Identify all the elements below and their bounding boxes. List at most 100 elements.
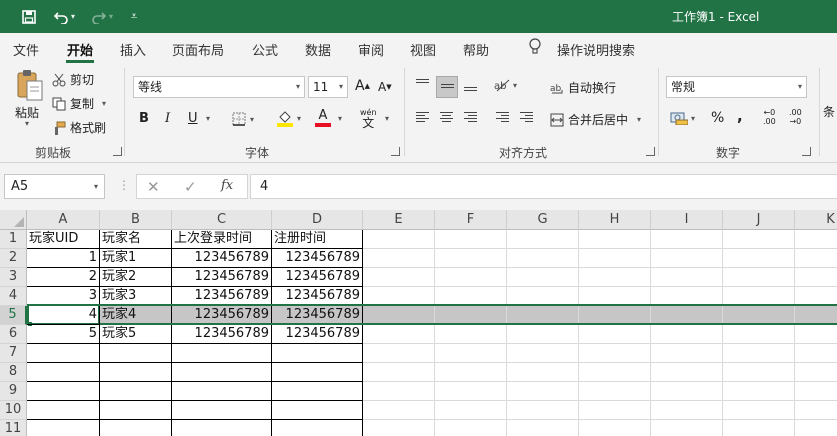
cell-i2[interactable] xyxy=(651,249,723,268)
cell-d8[interactable] xyxy=(272,363,363,382)
cell-a10[interactable] xyxy=(27,401,100,420)
phonetic-dropdown-icon[interactable]: ▾ xyxy=(385,114,389,123)
italic-button[interactable]: I xyxy=(165,111,170,126)
cell-g2[interactable] xyxy=(507,249,579,268)
bold-button[interactable]: B xyxy=(139,111,149,126)
cell-f10[interactable] xyxy=(435,401,507,420)
row-header-10[interactable]: 10 xyxy=(0,401,27,420)
cell-a1[interactable]: 玩家UID xyxy=(27,230,100,249)
tab-review[interactable]: 审阅 xyxy=(358,40,384,59)
insert-function-icon[interactable]: fx xyxy=(221,178,233,193)
borders-button[interactable]: ▾ xyxy=(232,112,254,126)
cell-d6[interactable]: 123456789 xyxy=(272,325,363,344)
cancel-icon[interactable]: ✕ xyxy=(147,178,160,196)
tab-home[interactable]: 开始 xyxy=(67,40,93,59)
cell-b6[interactable]: 玩家5 xyxy=(100,325,172,344)
cell-a6[interactable]: 5 xyxy=(27,325,100,344)
cell-i6[interactable] xyxy=(651,325,723,344)
align-center-button[interactable] xyxy=(436,107,458,129)
decrease-indent-button[interactable] xyxy=(492,107,514,129)
enter-icon[interactable]: ✓ xyxy=(184,178,197,196)
cell-j10[interactable] xyxy=(723,401,795,420)
cell-g7[interactable] xyxy=(507,344,579,363)
cell-g9[interactable] xyxy=(507,382,579,401)
increase-decimal-button[interactable]: ←0 .00 xyxy=(763,108,776,126)
cell-f2[interactable] xyxy=(435,249,507,268)
tell-me-search[interactable]: 操作说明搜索 xyxy=(557,40,635,59)
align-top-button[interactable] xyxy=(412,74,434,96)
cell-i7[interactable] xyxy=(651,344,723,363)
cell-i10[interactable] xyxy=(651,401,723,420)
grow-font-button[interactable]: A ▲ xyxy=(355,78,370,94)
cell-h10[interactable] xyxy=(579,401,651,420)
cell-k9[interactable] xyxy=(795,382,837,401)
percent-style-button[interactable]: % xyxy=(711,110,724,126)
cell-a7[interactable] xyxy=(27,344,100,363)
cell-b7[interactable] xyxy=(100,344,172,363)
cell-g10[interactable] xyxy=(507,401,579,420)
cell-a3[interactable]: 2 xyxy=(27,268,100,287)
align-left-button[interactable] xyxy=(412,107,434,129)
row-header-7[interactable]: 7 xyxy=(0,344,27,363)
cell-b10[interactable] xyxy=(100,401,172,420)
cell-e2[interactable] xyxy=(363,249,435,268)
cell-b11[interactable] xyxy=(100,420,172,436)
number-launcher-icon[interactable] xyxy=(802,147,811,156)
cell-k7[interactable] xyxy=(795,344,837,363)
cell-c1[interactable]: 上次登录时间 xyxy=(172,230,272,249)
cell-j2[interactable] xyxy=(723,249,795,268)
cell-h6[interactable] xyxy=(579,325,651,344)
spreadsheet-grid[interactable]: A B C D E F G H I J K 1 玩家UID 玩家名 上次登录时间 注册时间 2 1 玩家1 12345… xyxy=(0,210,837,436)
cell-i1[interactable] xyxy=(651,230,723,249)
cell-g6[interactable] xyxy=(507,325,579,344)
cell-d2[interactable]: 123456789 xyxy=(272,249,363,268)
lightbulb-icon[interactable] xyxy=(528,38,542,56)
formula-input[interactable]: 4 xyxy=(250,174,837,199)
font-size-select[interactable]: 11 ▾ xyxy=(308,76,348,98)
fill-color-button[interactable]: ▾ xyxy=(277,109,301,127)
cell-g8[interactable] xyxy=(507,363,579,382)
orientation-button[interactable]: ab ▾ xyxy=(494,78,517,92)
cell-a2[interactable]: 1 xyxy=(27,249,100,268)
row-header-8[interactable]: 8 xyxy=(0,363,27,382)
undo-icon[interactable]: ▾ xyxy=(48,0,80,33)
column-header-e[interactable]: E xyxy=(363,210,435,230)
cell-f8[interactable] xyxy=(435,363,507,382)
font-color-dropdown-icon[interactable]: ▾ xyxy=(338,114,342,123)
cell-c9[interactable] xyxy=(172,382,272,401)
tab-help[interactable]: 帮助 xyxy=(463,40,489,59)
name-box[interactable]: A5 ▾ xyxy=(4,174,105,199)
cell-d7[interactable] xyxy=(272,344,363,363)
accounting-format-button[interactable]: ▾ xyxy=(670,111,695,125)
cell-h3[interactable] xyxy=(579,268,651,287)
cell-k8[interactable] xyxy=(795,363,837,382)
cell-k3[interactable] xyxy=(795,268,837,287)
cell-k10[interactable] xyxy=(795,401,837,420)
comma-style-button[interactable]: , xyxy=(737,107,743,125)
copy-button[interactable]: 复制 ▾ xyxy=(52,95,106,112)
cell-e9[interactable] xyxy=(363,382,435,401)
phonetic-button[interactable]: wén 文 xyxy=(360,107,377,129)
tab-file[interactable]: 文件 xyxy=(13,40,39,59)
cell-d1[interactable]: 注册时间 xyxy=(272,230,363,249)
paste-dropdown-icon[interactable]: ▾ xyxy=(25,119,29,128)
cell-a9[interactable] xyxy=(27,382,100,401)
row-header-9[interactable]: 9 xyxy=(0,382,27,401)
row-header-11[interactable]: 11 xyxy=(0,420,27,436)
number-format-select[interactable]: 常规 ▾ xyxy=(666,76,807,98)
cell-f11[interactable] xyxy=(435,420,507,436)
column-header-k[interactable]: K xyxy=(795,210,837,230)
cell-k6[interactable] xyxy=(795,325,837,344)
cell-h8[interactable] xyxy=(579,363,651,382)
cell-h1[interactable] xyxy=(579,230,651,249)
row-header-6[interactable]: 6 xyxy=(0,325,27,344)
cell-k1[interactable] xyxy=(795,230,837,249)
cell-i3[interactable] xyxy=(651,268,723,287)
row-header-3[interactable]: 3 xyxy=(0,268,27,287)
cell-h9[interactable] xyxy=(579,382,651,401)
column-header-f[interactable]: F xyxy=(435,210,507,230)
format-painter-button[interactable]: 格式刷 xyxy=(52,119,106,136)
cell-c2[interactable]: 123456789 xyxy=(172,249,272,268)
column-header-d[interactable]: D xyxy=(272,210,363,230)
cell-e8[interactable] xyxy=(363,363,435,382)
